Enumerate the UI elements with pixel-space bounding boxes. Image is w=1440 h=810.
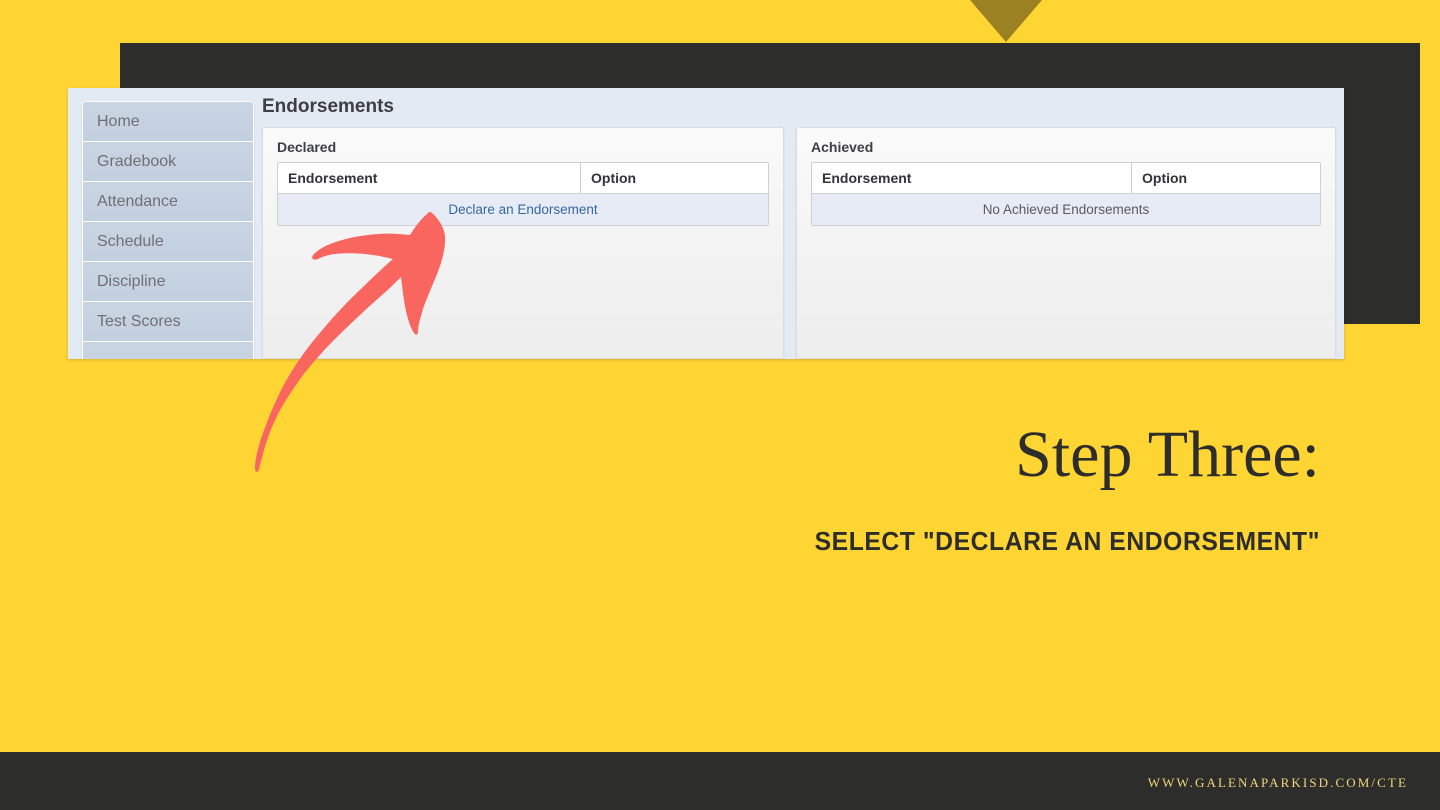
- sidebar-item-label: Home: [97, 113, 140, 130]
- sidebar-item-attendance[interactable]: Attendance: [83, 182, 253, 222]
- sidebar-item-label: Gradebook: [97, 153, 177, 170]
- declared-table: Endorsement Option Declare an Endorsemen…: [277, 162, 769, 226]
- achieved-panel-label: Achieved: [811, 139, 874, 155]
- achieved-table-header: Endorsement Option: [812, 163, 1320, 194]
- page-title: Endorsements: [262, 96, 394, 117]
- sidebar-item-discipline[interactable]: Discipline: [83, 262, 253, 302]
- embedded-screenshot: Home Gradebook Attendance Schedule Disci…: [68, 88, 1344, 359]
- column-header-option: Option: [591, 170, 637, 186]
- sidebar-nav: Home Gradebook Attendance Schedule Disci…: [82, 101, 254, 359]
- achieved-panel: Achieved Endorsement Option No Achieved …: [796, 127, 1336, 359]
- sidebar-item-schedule[interactable]: Schedule: [83, 222, 253, 262]
- declared-table-header: Endorsement Option: [278, 163, 768, 194]
- screenshot-main-content: Endorsements Declared Endorsement Option…: [258, 88, 1344, 359]
- achieved-table: Endorsement Option No Achieved Endorseme…: [811, 162, 1321, 226]
- table-row[interactable]: Declare an Endorsement: [278, 194, 768, 225]
- sidebar-item-test-scores[interactable]: Test Scores: [83, 302, 253, 342]
- sidebar-item-label: Discipline: [97, 273, 166, 290]
- sidebar-item-label: Attendance: [97, 193, 178, 210]
- declared-panel-label: Declared: [277, 139, 337, 155]
- column-header-endorsement: Endorsement: [278, 163, 581, 193]
- column-header-endorsement: Endorsement: [812, 163, 1132, 193]
- subheadline: SELECT "DECLARE AN ENDORSEMENT": [814, 526, 1320, 556]
- declare-an-endorsement-link[interactable]: Declare an Endorsement: [448, 202, 597, 217]
- headline: Step Three:: [1015, 418, 1320, 491]
- declared-panel: Declared Endorsement Option Declare an E…: [262, 127, 784, 359]
- table-row: No Achieved Endorsements: [812, 194, 1320, 225]
- sidebar-item-gradebook[interactable]: Gradebook: [83, 142, 253, 182]
- footer-url: WWW.GALENAPARKISD.COM/CTE: [1147, 775, 1408, 790]
- column-header-option: Option: [1142, 170, 1188, 186]
- slide-canvas: Home Gradebook Attendance Schedule Disci…: [0, 0, 1440, 810]
- sidebar-item-label: Test Scores: [97, 313, 181, 330]
- sidebar-item-label: Schedule: [97, 233, 164, 250]
- sidebar-item-home[interactable]: Home: [83, 102, 253, 142]
- top-triangle-decoration: [970, 0, 1042, 42]
- sidebar-item-partial[interactable]: [83, 342, 253, 359]
